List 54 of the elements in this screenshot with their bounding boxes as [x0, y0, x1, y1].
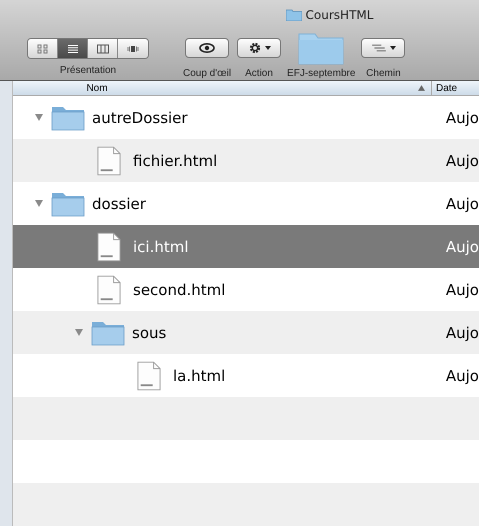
html-file-icon: [137, 360, 161, 390]
file-row[interactable]: ici.html Aujo: [13, 225, 479, 268]
columns-view-button[interactable]: [88, 39, 118, 58]
file-row[interactable]: fichier.html Aujo: [13, 139, 479, 182]
gear-icon: [248, 41, 262, 55]
disclosure-triangle-icon[interactable]: [35, 200, 43, 207]
date-cell-text: Aujo: [444, 280, 479, 298]
file-name: autreDossier: [92, 108, 188, 126]
file-name: ici.html: [133, 238, 189, 256]
file-row[interactable]: sous Aujo: [13, 311, 479, 354]
action-button[interactable]: [237, 38, 282, 58]
file-name: second.html: [133, 280, 226, 298]
toolbar-label: Présentation: [60, 65, 116, 76]
window-title: CoursHTML: [306, 8, 374, 22]
cover-flow-icon: [127, 44, 139, 54]
file-name: sous: [132, 324, 166, 342]
date-cell-text: Aujo: [444, 366, 479, 384]
toolbar-label: EFJ-septembre: [287, 68, 356, 79]
sort-arrow-icon: [418, 85, 425, 91]
view-mode-control[interactable]: [27, 38, 149, 59]
list-icon: [66, 44, 78, 54]
file-name: la.html: [173, 366, 226, 384]
html-file-icon: [97, 274, 121, 304]
toolbar-label: Coup d'œil: [183, 68, 232, 79]
disclosure-triangle-icon[interactable]: [35, 114, 43, 121]
column-header[interactable]: Date: [432, 81, 458, 95]
caret-icon: [390, 46, 396, 50]
column-header[interactable]: Nom: [13, 81, 432, 95]
toolbar-label: Chemin: [366, 68, 401, 79]
file-name: fichier.html: [133, 152, 218, 170]
lines-icon: [370, 43, 387, 53]
html-file-icon: [97, 146, 121, 176]
eye-icon: [199, 43, 216, 53]
folder-icon: [51, 104, 85, 130]
icons-view-button[interactable]: [28, 39, 58, 58]
date-cell-text: Aujo: [444, 152, 479, 170]
disclosure-triangle-icon[interactable]: [75, 329, 83, 336]
file-name: dossier: [92, 194, 146, 212]
toolbar-label: Action: [245, 68, 273, 79]
caret-icon: [264, 46, 271, 50]
columns-icon: [96, 44, 108, 54]
folder-icon: [286, 9, 302, 21]
date-cell-text: Aujo: [444, 238, 479, 256]
date-cell-text: Aujo: [444, 324, 479, 342]
folder-icon: [91, 320, 125, 346]
quick-look-button[interactable]: [185, 38, 230, 58]
list-view-button[interactable]: [58, 39, 88, 58]
date-cell-text: Aujo: [444, 108, 479, 126]
path-button[interactable]: [361, 38, 406, 58]
grid-icon: [36, 44, 48, 54]
coverflow-view-button[interactable]: [118, 39, 148, 58]
folder-icon: [51, 190, 85, 216]
date-cell-text: Aujo: [444, 194, 479, 212]
html-file-icon: [97, 232, 121, 262]
